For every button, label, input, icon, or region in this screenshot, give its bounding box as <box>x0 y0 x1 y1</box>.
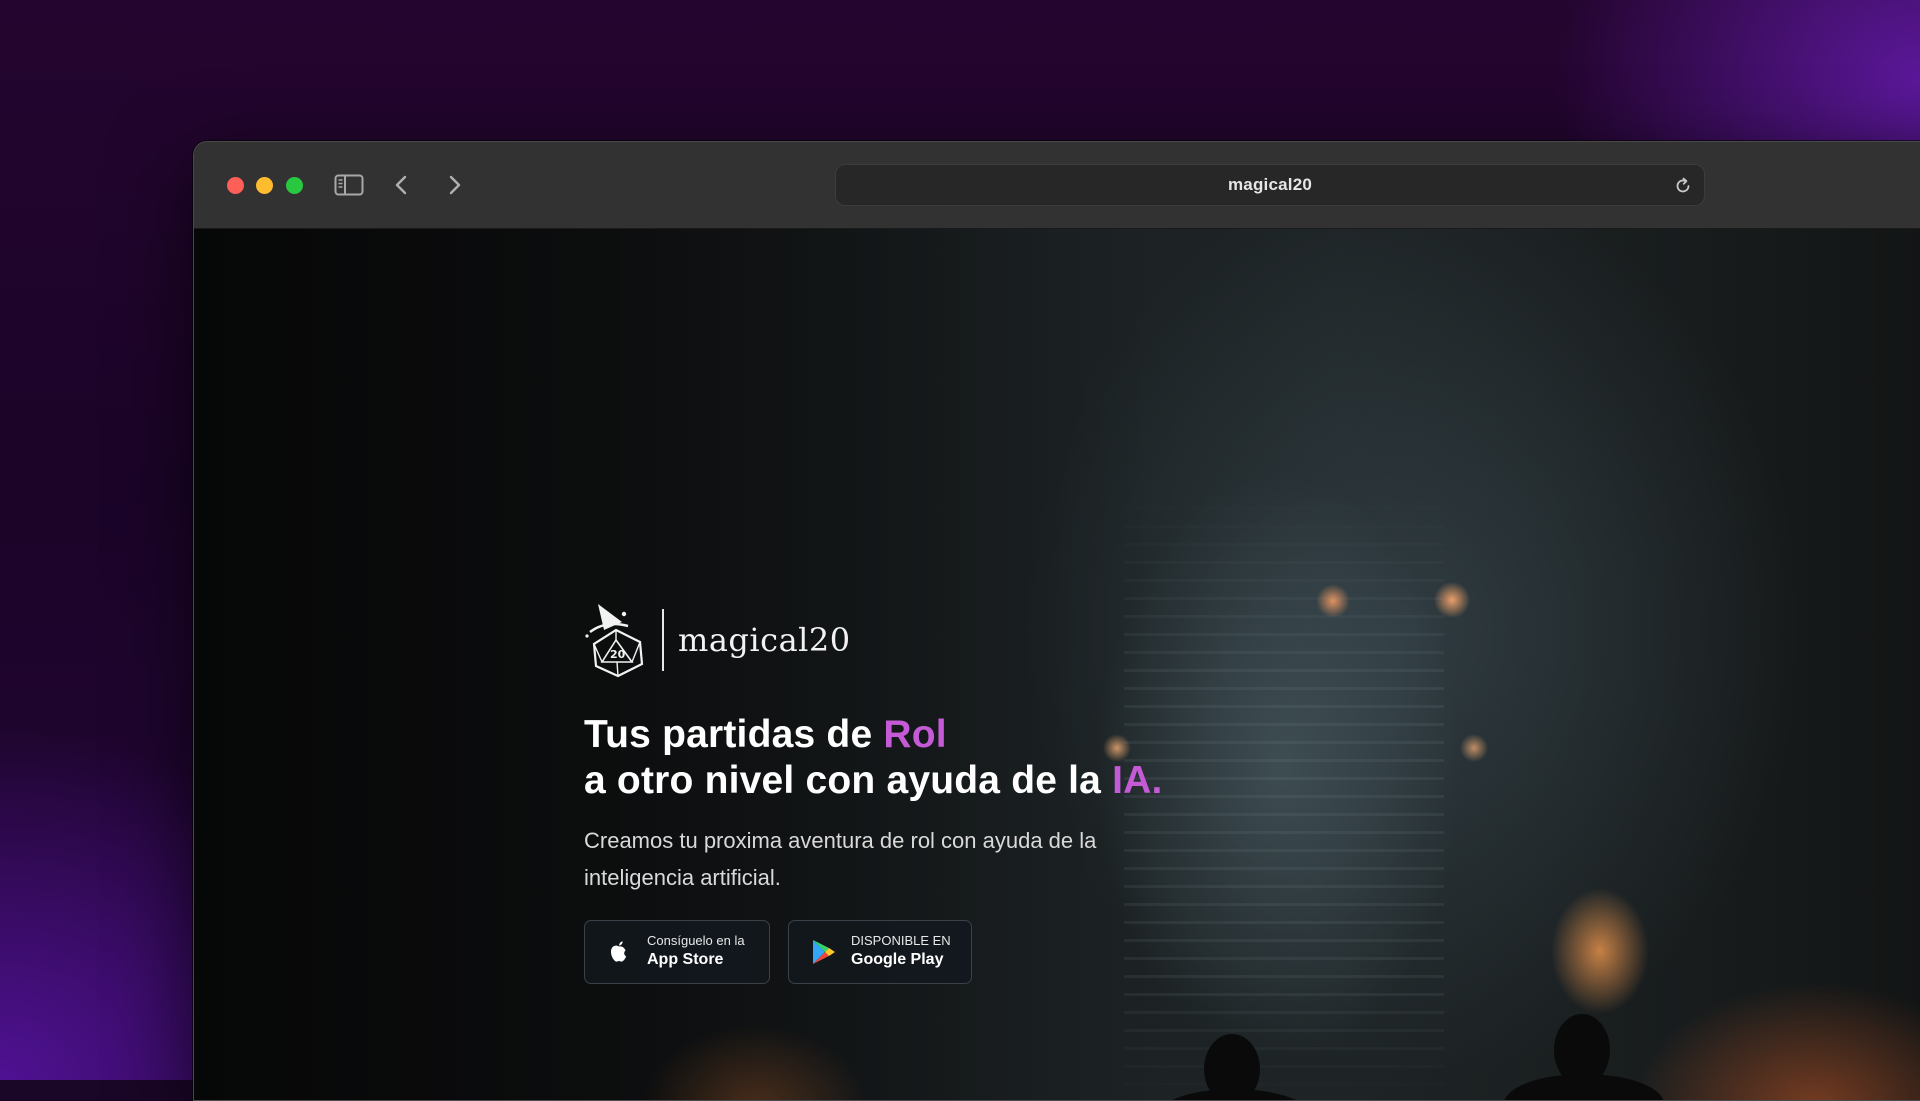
headline-line2-text: a otro nivel con ayuda de la <box>584 759 1113 802</box>
hero-headline: Tus partidas de Rol a otro nivel con ayu… <box>584 712 1344 804</box>
sidebar-toggle-icon[interactable] <box>332 168 366 202</box>
app-store-labels: Consíguelo en la App Store <box>647 933 745 971</box>
apple-icon <box>605 938 633 966</box>
app-store-small-label: Consíguelo en la <box>647 933 745 948</box>
hero-section: 20 magical20 Tus partidas de Rol a otro … <box>584 602 1344 984</box>
google-play-icon <box>809 938 837 966</box>
address-bar[interactable]: magical20 <box>835 164 1705 206</box>
brand-logo[interactable]: 20 magical20 <box>584 602 1344 678</box>
logo-divider <box>662 609 664 671</box>
brand-name: magical20 <box>678 621 851 659</box>
app-store-button[interactable]: Consíguelo en la App Store <box>584 920 770 984</box>
headline-accent-rol: Rol <box>883 713 947 756</box>
page-viewport: 20 magical20 Tus partidas de Rol a otro … <box>194 229 1920 1100</box>
svg-text:20: 20 <box>610 648 626 661</box>
google-play-labels: DISPONIBLE EN Google Play <box>851 933 951 971</box>
headline-line1-text: Tus partidas de <box>584 713 884 756</box>
headline-accent-ia: IA. <box>1112 759 1163 802</box>
app-store-big-label: App Store <box>647 951 724 968</box>
google-play-button[interactable]: DISPONIBLE EN Google Play <box>788 920 972 984</box>
google-play-big-label: Google Play <box>851 951 944 968</box>
headline-line1: Tus partidas de Rol <box>584 713 947 756</box>
google-play-small-label: DISPONIBLE EN <box>851 933 951 948</box>
store-buttons: Consíguelo en la App Store DISPONIBLE EN… <box>584 920 1344 984</box>
back-icon[interactable] <box>384 168 418 202</box>
hero-subtitle: Creamos tu proxima aventura de rol con a… <box>584 828 1097 890</box>
forward-icon[interactable] <box>438 168 472 202</box>
minimize-window-button[interactable] <box>256 177 273 194</box>
d20-wizard-hat-icon: 20 <box>584 602 648 678</box>
address-text: magical20 <box>1227 175 1313 194</box>
close-window-button[interactable] <box>227 177 244 194</box>
browser-window: magical20 20 magical20 Tus partidas de R… <box>193 141 1920 1101</box>
headline-line2: a otro nivel con ayuda de la IA. <box>584 759 1163 802</box>
reload-icon[interactable] <box>1672 175 1694 197</box>
browser-toolbar: magical20 <box>194 142 1920 229</box>
zoom-window-button[interactable] <box>286 177 303 194</box>
